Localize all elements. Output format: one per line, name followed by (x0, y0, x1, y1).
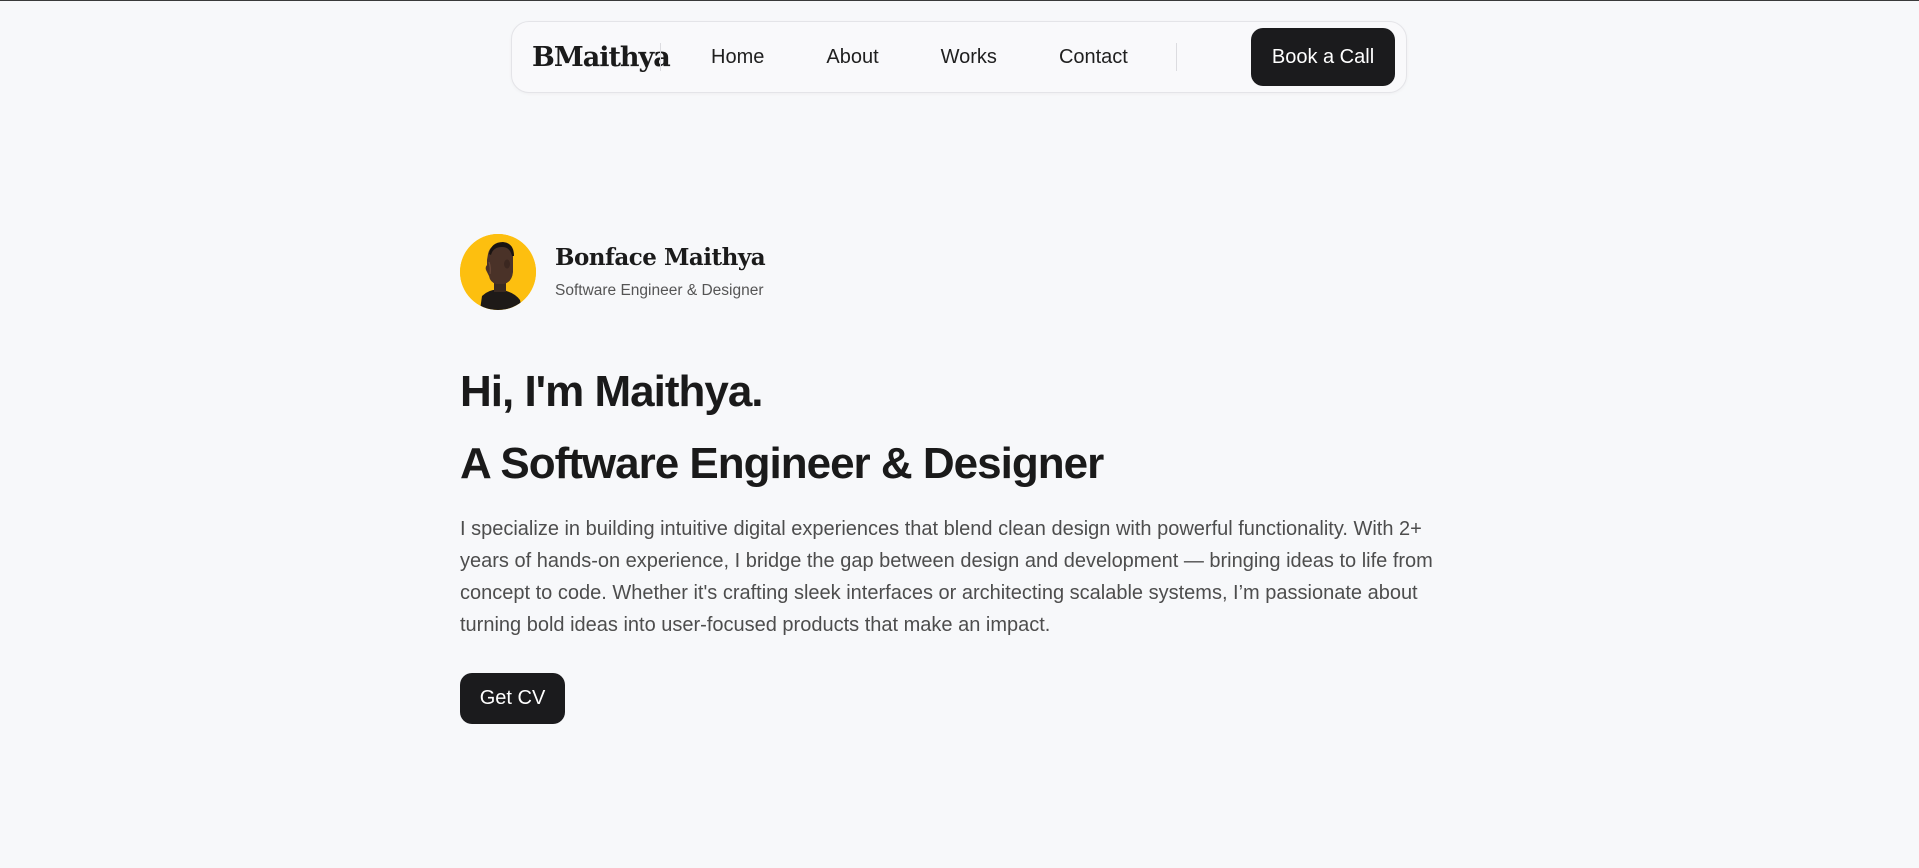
nav-link-works[interactable]: Works (941, 46, 997, 69)
nav-links: Home About Works Contact (711, 46, 1176, 69)
hero-headline-line1: Hi, I'm Maithya. (460, 367, 764, 416)
profile-name: Bonface Maithya (555, 244, 766, 271)
hero-headline-line2: A Software Engineer & Designer (460, 439, 1104, 488)
nav-link-home[interactable]: Home (711, 46, 764, 69)
nav-divider-left (660, 43, 661, 71)
profile-role: Software Engineer & Designer (555, 282, 764, 299)
top-navbar: BMaithya Home About Works Contact Book a… (511, 21, 1407, 93)
profile-text: Bonface Maithya Software Engineer & Desi… (555, 244, 766, 300)
nav-link-about[interactable]: About (826, 46, 878, 69)
avatar (460, 234, 536, 310)
hero-bio: I specialize in building intuitive digit… (460, 518, 1433, 636)
book-a-call-button[interactable]: Book a Call (1251, 28, 1395, 86)
get-cv-button[interactable]: Get CV (460, 673, 565, 724)
profile-card: Bonface Maithya Software Engineer & Desi… (460, 234, 766, 310)
site-logo[interactable]: BMaithya (532, 42, 671, 73)
nav-link-contact[interactable]: Contact (1059, 46, 1128, 69)
avatar-portrait-icon (460, 234, 536, 310)
hero-headline: Hi, I'm Maithya. A Software Engineer & D… (460, 356, 1104, 500)
nav-divider-right (1175, 43, 1177, 71)
